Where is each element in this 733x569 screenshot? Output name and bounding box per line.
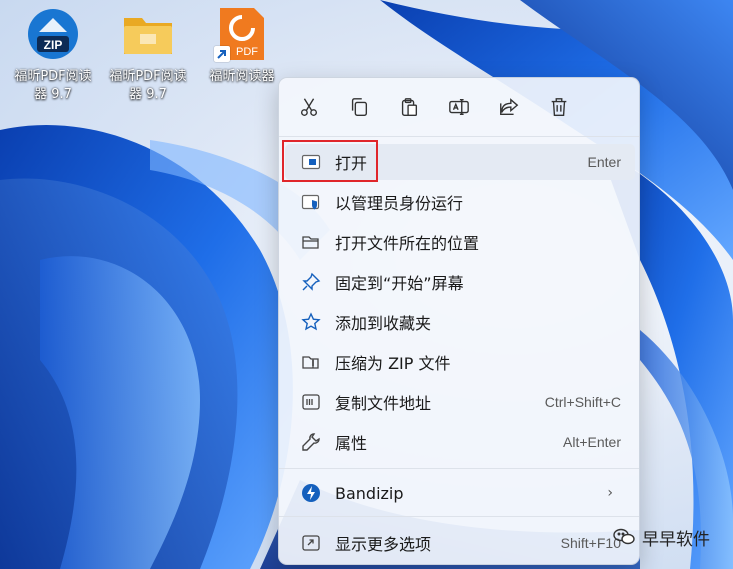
rename-button[interactable]	[441, 89, 477, 125]
watermark-text: 早早软件	[642, 529, 710, 550]
menu-item-shortcut: Enter	[587, 154, 621, 170]
menu-item-label: 压缩为 ZIP 文件	[335, 354, 451, 373]
rename-icon	[449, 98, 469, 116]
menu-item-pin-to-start[interactable]: 固定到“开始”屏幕	[285, 264, 635, 300]
menu-item-label: 添加到收藏夹	[335, 314, 432, 333]
menu-item-shortcut: Ctrl+Shift+C	[544, 394, 621, 410]
menu-item-label: 显示更多选项	[335, 535, 432, 554]
desktop: ZIP 福昕PDF阅读器 9.7 福昕PDF阅读器 9.7 PDF 福昕阅读器 …	[0, 0, 733, 569]
pin-icon	[299, 270, 323, 294]
menu-item-shortcut: Alt+Enter	[563, 434, 621, 450]
delete-button[interactable]	[541, 89, 577, 125]
copy-button[interactable]	[341, 89, 377, 125]
menu-item-label: Bandizip	[335, 483, 404, 503]
svg-text:ZIP: ZIP	[44, 38, 63, 52]
copy-path-icon	[299, 390, 323, 414]
menu-item-label: 打开文件所在的位置	[335, 234, 480, 253]
desktop-icon-folder[interactable]: 福昕PDF阅读器 9.7	[105, 6, 191, 104]
menu-divider	[279, 468, 639, 469]
wrench-icon	[299, 430, 323, 454]
desktop-icon-label: 福昕PDF阅读器 9.7	[109, 69, 187, 102]
menu-item-show-more-options[interactable]: 显示更多选项 Shift+F10	[285, 525, 635, 561]
context-menu-toolbar	[279, 78, 639, 136]
menu-item-properties[interactable]: 属性 Alt+Enter	[285, 424, 635, 460]
shield-window-icon	[299, 190, 323, 214]
menu-item-compress-zip[interactable]: 压缩为 ZIP 文件	[285, 344, 635, 380]
bandizip-icon	[299, 481, 323, 505]
desktop-icon-foxit[interactable]: PDF 福昕阅读器	[199, 6, 285, 86]
watermark: 早早软件	[612, 522, 710, 552]
menu-divider	[279, 516, 639, 517]
clipboard-icon	[401, 98, 418, 116]
menu-item-bandizip[interactable]: Bandizip ›	[285, 475, 635, 511]
paste-button[interactable]	[391, 89, 427, 125]
menu-item-add-to-favorites[interactable]: 添加到收藏夹	[285, 304, 635, 340]
menu-item-copy-path[interactable]: 复制文件地址 Ctrl+Shift+C	[285, 384, 635, 420]
context-menu: 打开 Enter 以管理员身份运行 打开文件所在的位置 固定到“开始”屏幕 添加…	[278, 77, 640, 565]
menu-item-label: 复制文件地址	[335, 394, 432, 413]
zip-app-icon: ZIP	[25, 6, 81, 62]
folder-open-icon	[299, 230, 323, 254]
share-icon	[500, 98, 519, 116]
svg-text:PDF: PDF	[236, 46, 258, 58]
menu-item-run-as-admin[interactable]: 以管理员身份运行	[285, 184, 635, 220]
menu-item-label: 打开	[335, 154, 368, 173]
scissors-icon	[300, 98, 318, 116]
toolbar-divider	[279, 136, 639, 137]
menu-item-open[interactable]: 打开 Enter	[285, 144, 635, 180]
desktop-icon-zip[interactable]: ZIP 福昕PDF阅读器 9.7	[10, 6, 96, 104]
chevron-right-icon: ›	[607, 485, 613, 501]
open-window-icon	[299, 150, 323, 174]
wechat-icon	[612, 525, 636, 549]
share-button[interactable]	[491, 89, 527, 125]
zip-folder-icon	[299, 350, 323, 374]
menu-item-label: 属性	[335, 434, 368, 453]
star-icon	[299, 310, 323, 334]
shortcut-arrow-icon	[214, 46, 230, 62]
copy-icon	[351, 98, 368, 116]
menu-item-label: 以管理员身份运行	[335, 194, 464, 213]
desktop-icon-label: 福昕PDF阅读器 9.7	[14, 69, 92, 102]
more-options-icon	[299, 531, 323, 555]
menu-item-open-file-location[interactable]: 打开文件所在的位置	[285, 224, 635, 260]
desktop-icon-label: 福昕阅读器	[209, 69, 275, 84]
foxit-pdf-icon: PDF	[214, 6, 270, 62]
folder-icon	[120, 6, 176, 62]
menu-item-label: 固定到“开始”屏幕	[335, 274, 464, 293]
cut-button[interactable]	[291, 89, 327, 125]
trash-icon	[551, 98, 567, 116]
